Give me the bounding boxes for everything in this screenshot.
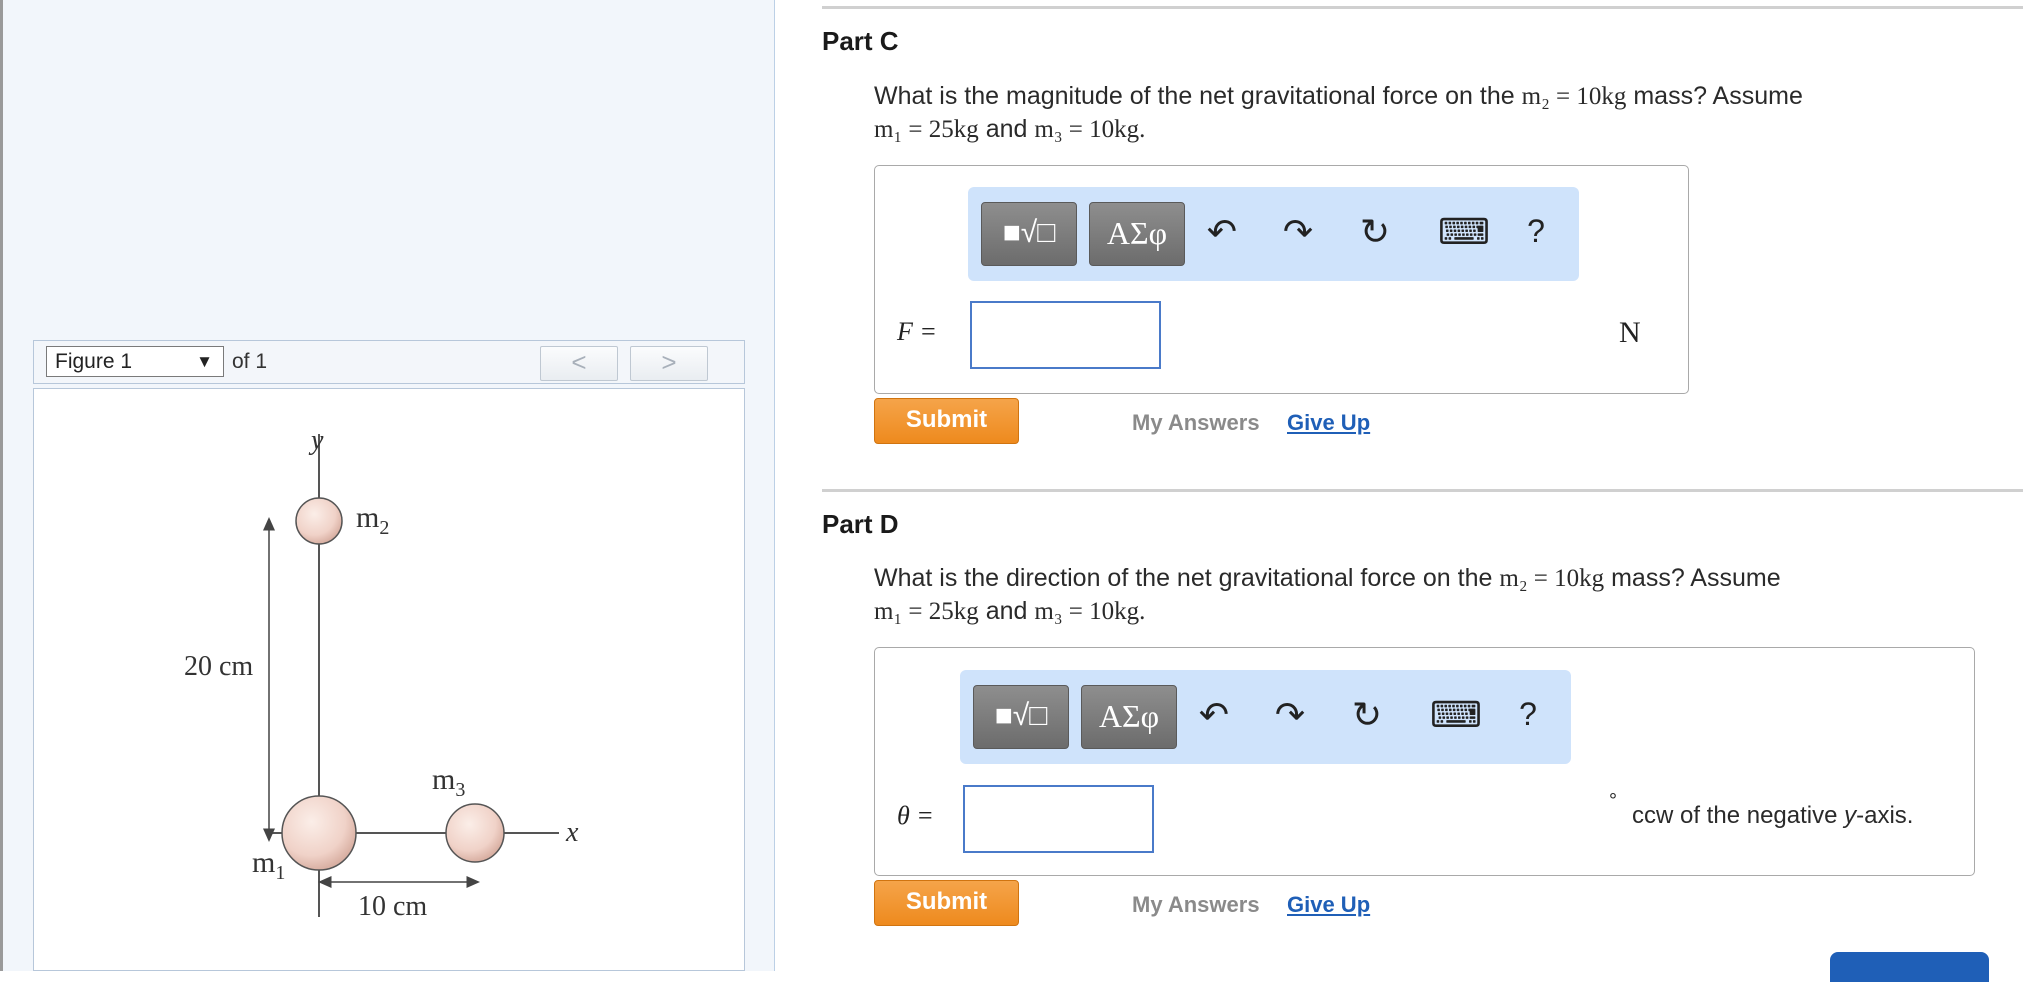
physics-diagram: y x m2 m3 m1 20 cm 10 cm bbox=[184, 425, 579, 922]
part-c-answer-box: ■√□ ΑΣφ ↶ ↷ ↻ ⌨ ? F = N bbox=[874, 165, 1689, 394]
figure-select-value: Figure 1 bbox=[55, 350, 133, 373]
part-c-my-answers-link[interactable]: My Answers bbox=[1132, 410, 1260, 436]
part-c-answer-input[interactable] bbox=[970, 301, 1161, 369]
figure-panel: Figure 1 ▼ of 1 < > y x m2 m3 m1 20 cm 1… bbox=[3, 0, 775, 971]
reset-icon[interactable]: ↻ bbox=[1353, 211, 1397, 253]
square-root-template-icon: ■√□ bbox=[994, 699, 1048, 732]
mass-m3 bbox=[445, 803, 505, 863]
part-d-divider bbox=[822, 489, 2023, 492]
part-d-unit-label: ccw of the negative y-axis. bbox=[1632, 802, 1914, 829]
redo-icon[interactable]: ↷ bbox=[1276, 211, 1320, 253]
m1-label: m1 bbox=[252, 846, 285, 884]
part-c-submit-button[interactable]: Submit bbox=[874, 398, 1019, 444]
part-d-my-answers-link[interactable]: My Answers bbox=[1132, 892, 1260, 918]
greek-symbols-button[interactable]: ΑΣφ bbox=[1089, 202, 1185, 266]
part-c-math-toolbar: ■√□ ΑΣφ ↶ ↷ ↻ ⌨ ? bbox=[968, 187, 1579, 281]
figure-select[interactable]: Figure 1 ▼ bbox=[46, 346, 224, 377]
part-c-title: Part C bbox=[822, 26, 899, 56]
greek-symbols-button[interactable]: ΑΣφ bbox=[1081, 685, 1177, 749]
part-d-give-up-link[interactable]: Give Up bbox=[1287, 892, 1370, 918]
horizontal-distance-label: 10 cm bbox=[358, 891, 427, 922]
part-d-answer-input[interactable] bbox=[963, 785, 1154, 853]
part-d-title: Part D bbox=[822, 509, 899, 539]
undo-icon[interactable]: ↶ bbox=[1192, 694, 1236, 736]
part-d-variable-label: θ = bbox=[897, 801, 934, 830]
next-figure-button[interactable]: > bbox=[630, 346, 708, 381]
m2-label: m2 bbox=[356, 501, 389, 539]
part-d-math-toolbar: ■√□ ΑΣφ ↶ ↷ ↻ ⌨ ? bbox=[960, 670, 1571, 764]
x-axis-label: x bbox=[565, 817, 579, 848]
part-d-given-m2: m₂ = 10kg bbox=[1499, 565, 1605, 592]
keyboard-icon[interactable]: ⌨ bbox=[1430, 694, 1482, 736]
mass-m2 bbox=[295, 497, 343, 545]
templates-button[interactable]: ■√□ bbox=[981, 202, 1077, 266]
templates-button[interactable]: ■√□ bbox=[973, 685, 1069, 749]
m3-label: m3 bbox=[432, 763, 465, 801]
greek-letters-icon: ΑΣφ bbox=[1106, 215, 1168, 251]
part-c-divider bbox=[822, 6, 2023, 9]
part-d-given-m1: m₁ = 25kg bbox=[874, 598, 979, 625]
degree-symbol: ° bbox=[1609, 790, 1617, 812]
part-d-answer-box: ■√□ ΑΣφ ↶ ↷ ↻ ⌨ ? θ = ° ccw of the negat… bbox=[874, 647, 1975, 876]
chevron-right-icon: > bbox=[661, 347, 677, 377]
previous-figure-button[interactable]: < bbox=[540, 346, 618, 381]
part-d-submit-button[interactable]: Submit bbox=[874, 880, 1019, 926]
part-c-variable-label: F = bbox=[897, 317, 937, 346]
part-d-given-m3: m₃ = 10kg. bbox=[1034, 598, 1146, 625]
figure-navigation-bar: Figure 1 ▼ of 1 < > bbox=[33, 340, 745, 384]
help-icon[interactable]: ? bbox=[1514, 213, 1558, 250]
vertical-distance-label: 20 cm bbox=[184, 651, 253, 682]
figure-count-label: of 1 bbox=[232, 350, 268, 373]
y-axis-label: y bbox=[308, 425, 324, 456]
keyboard-icon[interactable]: ⌨ bbox=[1438, 211, 1490, 253]
part-c-given-m3: m₃ = 10kg. bbox=[1034, 116, 1146, 143]
figure-image: y x m2 m3 m1 20 cm 10 cm bbox=[33, 388, 745, 971]
part-c-unit-label: N bbox=[1619, 316, 1641, 349]
dropdown-arrow-icon: ▼ bbox=[196, 352, 213, 371]
part-d-question: What is the direction of the net gravita… bbox=[874, 564, 1781, 625]
part-c-question: What is the magnitude of the net gravita… bbox=[874, 82, 1803, 143]
part-c-given-m1: m₁ = 25kg bbox=[874, 116, 979, 143]
continue-button-partial[interactable] bbox=[1830, 952, 1989, 982]
chevron-left-icon: < bbox=[571, 347, 587, 377]
undo-icon[interactable]: ↶ bbox=[1200, 211, 1244, 253]
greek-letters-icon: ΑΣφ bbox=[1098, 698, 1160, 734]
mass-m1 bbox=[281, 795, 357, 871]
part-c-given-m2: m₂ = 10kg bbox=[1521, 83, 1627, 110]
help-icon[interactable]: ? bbox=[1506, 696, 1550, 733]
reset-icon[interactable]: ↻ bbox=[1345, 694, 1389, 736]
square-root-template-icon: ■√□ bbox=[1002, 216, 1056, 249]
part-c-give-up-link[interactable]: Give Up bbox=[1287, 410, 1370, 436]
redo-icon[interactable]: ↷ bbox=[1268, 694, 1312, 736]
